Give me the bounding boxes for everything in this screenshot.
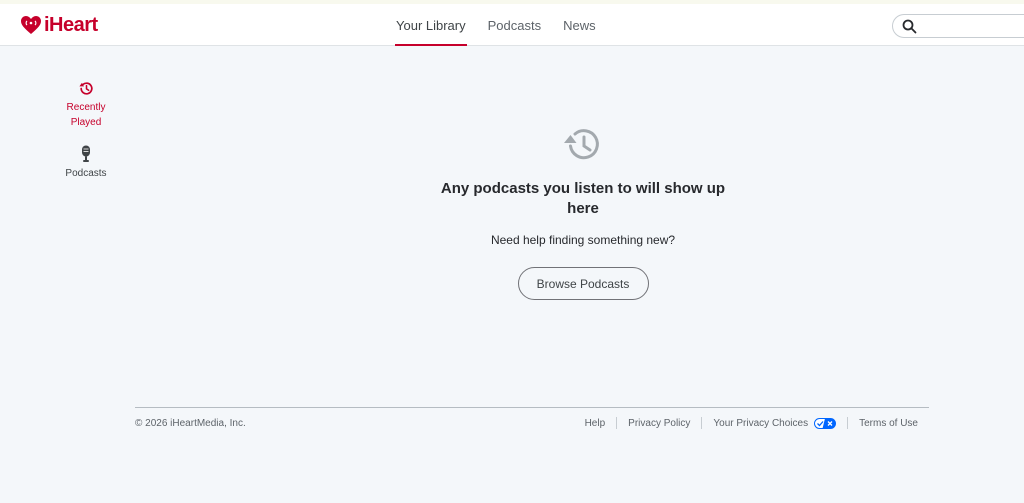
history-icon <box>78 81 93 95</box>
footer-divider <box>701 417 703 429</box>
main-nav: Your Library Podcasts News <box>395 4 618 46</box>
footer: © 2026 iHeartMedia, Inc. Help Privacy Po… <box>135 407 929 437</box>
library-sidebar: Recently Played Podcasts <box>56 78 116 181</box>
empty-state-heading: Any podcasts you listen to will show up … <box>440 180 726 217</box>
footer-divider <box>616 417 618 429</box>
footer-link-label: Your Privacy Choices <box>713 417 809 429</box>
microphone-icon <box>82 145 90 162</box>
sidebar-item-podcasts[interactable]: Podcasts <box>56 144 116 181</box>
logo-text: iHeart <box>44 13 98 36</box>
empty-state: Any podcasts you listen to will show up … <box>433 124 733 300</box>
nav-podcasts[interactable]: Podcasts <box>488 4 541 46</box>
footer-link-privacy-choices[interactable]: Your Privacy Choices <box>713 417 837 429</box>
sidebar-item-label: Recently Played <box>66 102 106 128</box>
iheart-logo[interactable]: iHeart <box>20 13 98 37</box>
search-icon[interactable] <box>902 19 917 34</box>
search-box[interactable] <box>892 14 1024 38</box>
nav-your-library[interactable]: Your Library <box>395 4 467 46</box>
iheart-heart-icon <box>21 16 41 34</box>
copyright-text: © 2026 iHeartMedia, Inc. <box>135 418 246 429</box>
footer-links: Help Privacy Policy Your Privacy Choices… <box>585 417 918 429</box>
empty-state-subtext: Need help finding something new? <box>490 233 676 247</box>
footer-divider <box>847 417 849 429</box>
history-icon <box>564 129 599 160</box>
footer-link-help[interactable]: Help <box>585 418 606 429</box>
browse-podcasts-button[interactable]: Browse Podcasts <box>517 267 649 300</box>
nav-news[interactable]: News <box>563 4 596 46</box>
footer-link-terms-of-use[interactable]: Terms of Use <box>859 418 918 429</box>
privacy-choices-toggle-icon <box>814 417 837 429</box>
sidebar-item-label: Podcasts <box>65 168 107 179</box>
sidebar-item-recently-played[interactable]: Recently Played <box>56 78 116 130</box>
footer-link-privacy-policy[interactable]: Privacy Policy <box>628 418 690 429</box>
top-header: iHeart Your Library Podcasts News <box>0 4 1024 46</box>
search-input[interactable] <box>921 17 1021 35</box>
